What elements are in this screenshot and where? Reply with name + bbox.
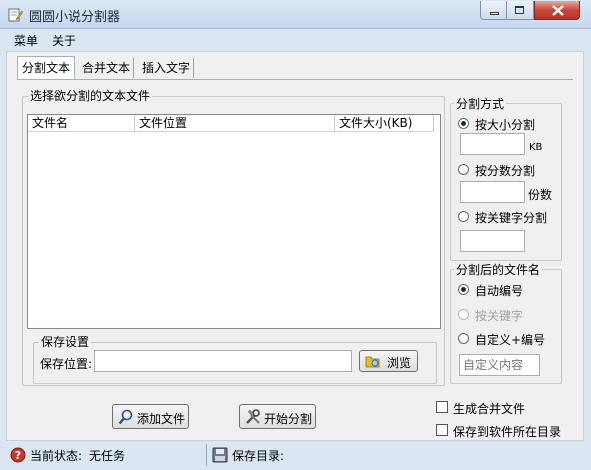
naming-auto-radio[interactable]: [458, 284, 469, 295]
custom-content-input[interactable]: [459, 354, 540, 376]
folder-icon: [365, 356, 380, 368]
add-file-button[interactable]: 添加文件: [112, 404, 189, 429]
status-save-dir-label: 保存目录:: [232, 449, 285, 463]
save-to-app-dir-checkbox[interactable]: [436, 424, 448, 436]
status-divider: [206, 444, 207, 466]
naming-auto-label: 自动编号: [475, 284, 524, 298]
minimize-button[interactable]: [480, 1, 507, 20]
tab-merge-text[interactable]: 合并文本: [79, 58, 135, 78]
menu-item-about[interactable]: 关于: [52, 32, 76, 49]
tab-split-text[interactable]: 分割文本: [17, 56, 76, 80]
save-disk-icon: [212, 447, 228, 463]
browse-button-label: 浏览: [387, 356, 412, 370]
close-button[interactable]: [534, 1, 580, 20]
split-by-size-radio[interactable]: [458, 118, 469, 129]
status-current-value: 无任务: [89, 449, 126, 463]
title-bar[interactable]: 圆圆小说分割器: [0, 0, 591, 29]
save-to-app-dir-label: 保存到软件所在目录: [453, 425, 562, 439]
window-title: 圆圆小说分割器: [29, 10, 121, 25]
split-count-input[interactable]: [460, 181, 525, 203]
menu-item-menu[interactable]: 菜单: [14, 32, 38, 49]
column-header-size[interactable]: 文件大小(KB): [335, 115, 434, 132]
maximize-icon: [515, 6, 524, 14]
save-settings-title: 保存设置: [39, 335, 92, 349]
start-split-button[interactable]: 开始分割: [239, 404, 316, 429]
split-size-input[interactable]: [460, 133, 525, 155]
merge-file-label: 生成合并文件: [453, 402, 526, 416]
split-by-count-label: 按分数分割: [475, 164, 536, 178]
tab-insert-text[interactable]: 插入文字: [139, 58, 195, 78]
minimize-icon: [490, 12, 499, 15]
split-by-count-radio[interactable]: [458, 164, 469, 175]
column-header-location[interactable]: 文件位置: [135, 115, 335, 132]
browse-button[interactable]: 浏览: [359, 350, 418, 372]
split-by-size-label: 按大小分割: [475, 118, 536, 132]
help-icon: ?: [10, 447, 26, 463]
close-icon: [552, 5, 564, 16]
naming-keyword-radio: [458, 309, 469, 320]
naming-custom-label: 自定义+编号: [475, 333, 546, 347]
size-unit-label: KB: [529, 142, 543, 153]
naming-custom-radio[interactable]: [458, 333, 469, 344]
naming-keyword-label: 按关键字: [475, 309, 524, 323]
start-split-label: 开始分割: [264, 412, 313, 426]
menu-bar: 菜单 关于: [0, 29, 591, 51]
maximize-button[interactable]: [507, 1, 534, 20]
add-file-label: 添加文件: [137, 412, 186, 426]
save-location-label: 保存位置:: [40, 357, 93, 371]
status-current-label: 当前状态:: [30, 449, 83, 463]
split-by-keyword-radio[interactable]: [458, 211, 469, 222]
save-location-input[interactable]: [94, 350, 352, 372]
status-bar: ? 当前状态: 无任务 保存目录:: [0, 442, 591, 470]
merge-file-checkbox[interactable]: [436, 401, 448, 413]
tools-icon: [246, 409, 260, 424]
svg-text:?: ?: [15, 449, 21, 462]
split-method-title: 分割方式: [454, 97, 507, 111]
file-select-group-title: 选择欲分割的文本文件: [28, 89, 153, 103]
naming-title: 分割后的文件名: [454, 263, 543, 277]
notepad-pen-icon: [8, 8, 23, 22]
count-unit-label: 份数: [528, 188, 553, 202]
magnifier-icon: [118, 409, 133, 425]
split-by-keyword-label: 按关键字分割: [475, 211, 548, 225]
file-list[interactable]: 文件名 文件位置 文件大小(KB): [27, 114, 441, 329]
column-header-filename[interactable]: 文件名: [28, 115, 135, 132]
split-keyword-input[interactable]: [460, 230, 525, 252]
